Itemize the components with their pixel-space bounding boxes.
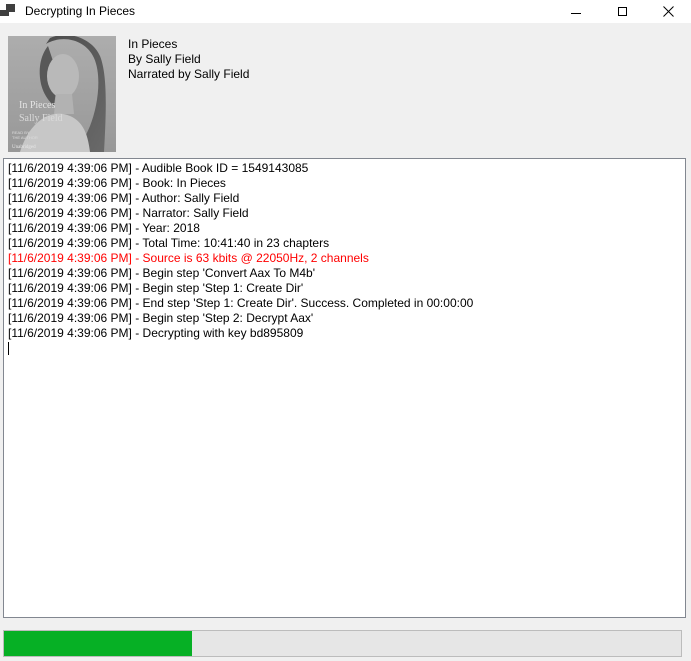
minimize-button[interactable] — [553, 0, 599, 23]
log-line: [11/6/2019 4:39:06 PM] - Book: In Pieces — [8, 176, 683, 191]
cover-badge-line2: THE AUTHOR — [12, 135, 38, 140]
log-line: [11/6/2019 4:39:06 PM] - Decrypting with… — [8, 326, 683, 341]
window-title: Decrypting In Pieces — [25, 0, 135, 23]
log-output[interactable]: [11/6/2019 4:39:06 PM] - Audible Book ID… — [3, 158, 686, 618]
log-line: [11/6/2019 4:39:06 PM] - Total Time: 10:… — [8, 236, 683, 251]
title-bar: Decrypting In Pieces — [0, 0, 691, 23]
log-line: [11/6/2019 4:39:06 PM] - Source is 63 kb… — [8, 251, 683, 266]
book-info: In Pieces By Sally Field Narrated by Sal… — [128, 37, 249, 82]
app-icon-square-small — [0, 10, 9, 16]
cover-face-shape — [47, 54, 79, 98]
app-window: Decrypting In Pieces — [0, 0, 691, 661]
log-line: [11/6/2019 4:39:06 PM] - Begin step 'Ste… — [8, 311, 683, 326]
book-info-line: Narrated by Sally Field — [128, 67, 249, 82]
book-cover-image: In Pieces Sally Field READ BY THE AUTHOR… — [8, 36, 116, 152]
log-line: [11/6/2019 4:39:06 PM] - End step 'Step … — [8, 296, 683, 311]
maximize-button[interactable] — [599, 0, 645, 23]
cover-badge-line3: Unabridged — [12, 145, 36, 150]
book-info-line: By Sally Field — [128, 52, 249, 67]
app-icon[interactable] — [0, 2, 16, 20]
book-info-line: In Pieces — [128, 37, 249, 52]
minimize-icon — [571, 13, 581, 14]
maximize-icon — [618, 7, 627, 16]
cover-title-text: In Pieces — [19, 100, 55, 111]
progress-bar — [3, 630, 682, 657]
text-caret — [8, 342, 9, 355]
log-line: [11/6/2019 4:39:06 PM] - Begin step 'Con… — [8, 266, 683, 281]
log-line: [11/6/2019 4:39:06 PM] - Begin step 'Ste… — [8, 281, 683, 296]
cover-author-text: Sally Field — [19, 113, 63, 124]
close-button[interactable] — [645, 0, 691, 23]
log-line: [11/6/2019 4:39:06 PM] - Audible Book ID… — [8, 161, 683, 176]
close-icon — [663, 6, 674, 17]
log-line: [11/6/2019 4:39:06 PM] - Author: Sally F… — [8, 191, 683, 206]
log-lines: [11/6/2019 4:39:06 PM] - Audible Book ID… — [8, 161, 683, 341]
log-line: [11/6/2019 4:39:06 PM] - Narrator: Sally… — [8, 206, 683, 221]
progress-fill — [4, 631, 192, 656]
window-controls — [553, 0, 691, 23]
log-line: [11/6/2019 4:39:06 PM] - Year: 2018 — [8, 221, 683, 236]
cover-neck-shape — [54, 94, 74, 114]
